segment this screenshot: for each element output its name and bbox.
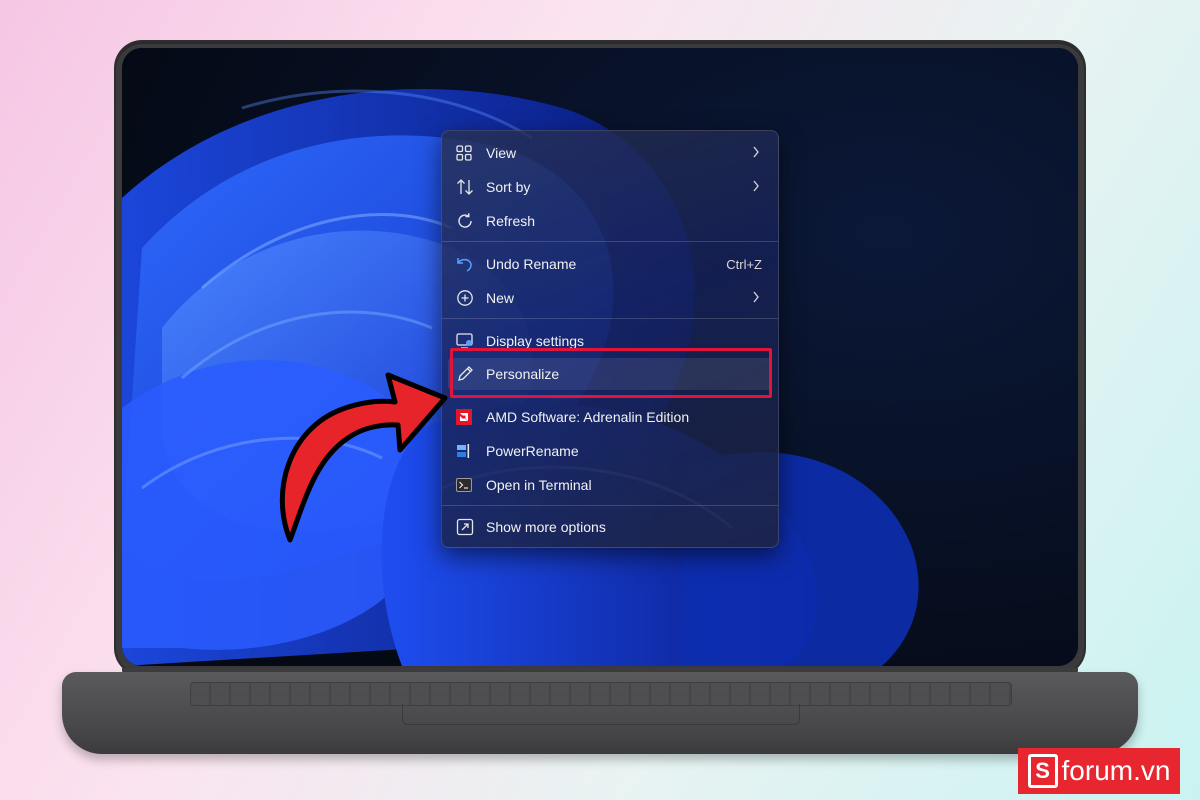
menu-item-new[interactable]: New bbox=[448, 282, 772, 314]
refresh-icon bbox=[456, 212, 486, 230]
menu-item-label: AMD Software: Adrenalin Edition bbox=[486, 409, 690, 425]
menu-item-refresh[interactable]: Refresh bbox=[448, 205, 772, 237]
menu-item-undo-rename[interactable]: Undo Rename Ctrl+Z bbox=[448, 248, 772, 280]
laptop-trackpad bbox=[402, 704, 800, 725]
menu-item-label: Undo Rename bbox=[486, 256, 577, 272]
menu-item-powerrename[interactable]: PowerRename bbox=[448, 435, 772, 467]
menu-item-label: Open in Terminal bbox=[486, 477, 592, 493]
personalize-highlight-box bbox=[450, 348, 772, 398]
menu-item-label: Display settings bbox=[486, 333, 585, 349]
chevron-right-icon bbox=[752, 145, 760, 161]
red-arrow-annotation bbox=[279, 372, 448, 543]
menu-separator bbox=[442, 318, 778, 319]
sforum-watermark: S forum.vn bbox=[1018, 748, 1180, 794]
plus-circle-icon bbox=[456, 289, 486, 307]
laptop-keyboard bbox=[190, 682, 1012, 706]
menu-item-label: View bbox=[486, 145, 517, 161]
menu-item-sort-by[interactable]: Sort by bbox=[448, 171, 772, 203]
menu-item-label: Show more options bbox=[486, 519, 606, 535]
chevron-right-icon bbox=[752, 179, 760, 195]
menu-item-show-more-options[interactable]: Show more options bbox=[448, 511, 772, 543]
menu-item-label: Sort by bbox=[486, 179, 531, 195]
sforum-logo-icon: S bbox=[1027, 754, 1058, 788]
powerrename-icon bbox=[456, 443, 486, 459]
menu-separator bbox=[442, 241, 778, 242]
menu-item-label: Refresh bbox=[486, 213, 536, 229]
view-grid-icon bbox=[456, 145, 486, 161]
undo-icon bbox=[456, 255, 486, 273]
terminal-icon bbox=[456, 477, 486, 493]
menu-item-view[interactable]: View bbox=[448, 137, 772, 169]
menu-item-label: PowerRename bbox=[486, 443, 579, 459]
menu-item-label: New bbox=[486, 290, 515, 306]
menu-separator bbox=[442, 505, 778, 506]
keyboard-shortcut: Ctrl+Z bbox=[726, 256, 762, 272]
menu-item-amd-software[interactable]: AMD Software: Adrenalin Edition bbox=[448, 401, 772, 433]
amd-logo-icon bbox=[456, 409, 486, 425]
chevron-right-icon bbox=[752, 290, 760, 306]
sort-icon bbox=[456, 179, 486, 195]
menu-item-open-in-terminal[interactable]: Open in Terminal bbox=[448, 469, 772, 501]
show-more-icon bbox=[456, 518, 486, 536]
watermark-text: forum.vn bbox=[1061, 755, 1171, 786]
desktop-context-menu: View Sort by Refresh Undo Rename Ctrl+Z … bbox=[441, 130, 779, 548]
